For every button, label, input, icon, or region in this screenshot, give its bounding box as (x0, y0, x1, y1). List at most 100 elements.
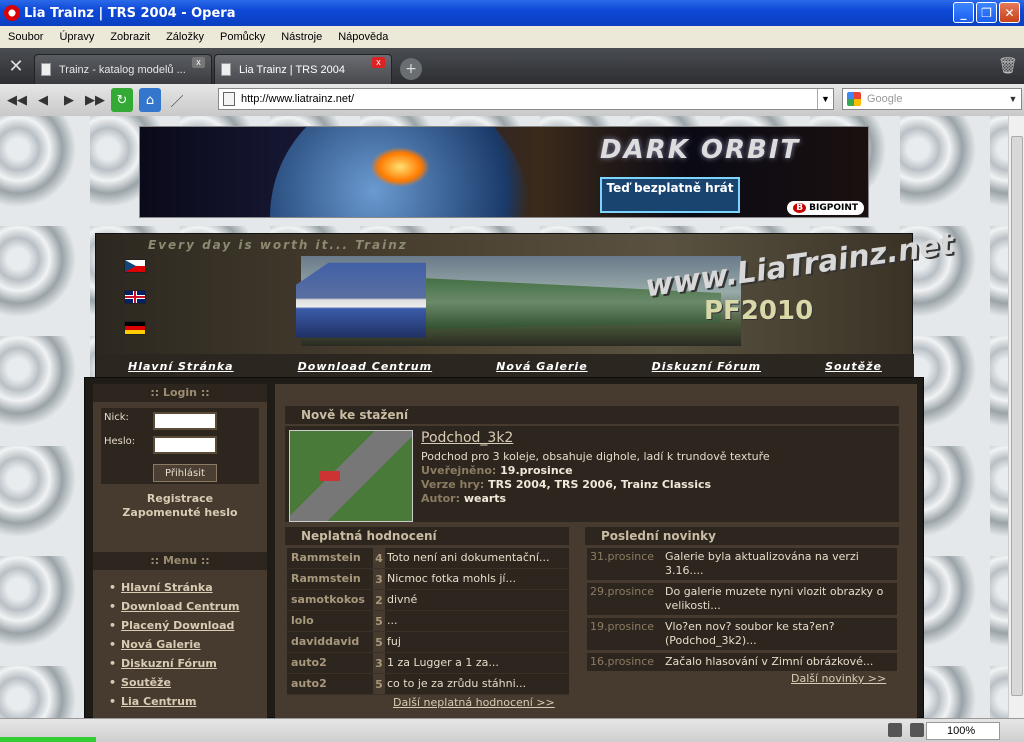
tab-trainz-katalog[interactable]: Trainz - katalog modelů ... x (34, 54, 212, 84)
tab-liatrainz[interactable]: Lia Trainz | TRS 2004 x (214, 54, 392, 84)
bigpoint-logo: BIGPOINT (787, 201, 864, 215)
back-button[interactable]: ◀ (30, 88, 56, 112)
list-item[interactable]: 29.prosince Do galerie muzete nyni vlozit… (587, 583, 897, 615)
menu-item-nova-galerie[interactable]: Nová Galerie (109, 635, 267, 654)
menu-item-hlavni-stranka[interactable]: Hlavní Stránka (109, 578, 267, 597)
tools-icon[interactable]: ✕ (0, 48, 32, 84)
page-icon (223, 92, 235, 106)
vertical-scrollbar[interactable] (1008, 116, 1024, 718)
chevron-down-icon[interactable]: ▼ (1005, 89, 1021, 109)
menu-item-download-centrum[interactable]: Download Centrum (109, 597, 267, 616)
table-row[interactable]: daviddavid 5 fuj (287, 632, 569, 653)
trash-icon[interactable]: 🗑 (998, 56, 1018, 75)
home-icon[interactable]: ⌂ (139, 88, 161, 112)
nav-download-centrum[interactable]: Download Centrum (298, 360, 432, 373)
nick-label: Nick: (104, 412, 129, 423)
menubar: Soubor Úpravy Zobrazit Záložky Pomůcky N… (0, 26, 1024, 48)
menu-item-placeny-download[interactable]: Placený Download (109, 616, 267, 635)
german-flag-icon[interactable] (124, 321, 146, 335)
menu-pomucky[interactable]: Pomůcky (212, 31, 273, 43)
left-sidebar: :: Login :: Nick: Heslo: Přihlásit Regis… (93, 384, 267, 719)
menu-zalozky[interactable]: Záložky (158, 31, 212, 43)
list-item[interactable]: 31.prosince Galerie byla aktualizována na… (587, 548, 897, 580)
address-field[interactable]: http://www.liatrainz.net/ ▼ (218, 88, 834, 110)
site-header: Every day is worth it... Trainz www.LiaT… (95, 227, 956, 378)
tab-bar: ✕ Trainz - katalog modelů ... x Lia Trai… (0, 48, 1024, 84)
login-form: Nick: Heslo: Přihlásit (101, 408, 259, 484)
nick-input[interactable] (153, 412, 217, 430)
play-free-button[interactable]: Teď bezplatně hrát (600, 177, 740, 213)
camera-icon[interactable] (910, 723, 924, 737)
chevron-down-icon[interactable]: ▼ (817, 89, 833, 109)
forgot-password-link[interactable]: Zapomenuté heslo (93, 506, 267, 520)
reload-icon[interactable]: ↻ (111, 88, 133, 112)
password-input[interactable] (153, 436, 217, 454)
minimize-button[interactable]: _ (953, 2, 974, 23)
tab-close-icon[interactable]: x (372, 57, 385, 68)
list-item[interactable]: 19.prosince Vlo?en nov? soubor ke sta?en?… (587, 618, 897, 650)
zoom-control[interactable]: 100% (926, 722, 1000, 740)
tab-label: Lia Trainz | TRS 2004 (239, 63, 345, 76)
table-row[interactable]: samotkokos 2 divné (287, 590, 569, 611)
czech-flag-icon[interactable] (124, 259, 146, 273)
progress-indicator (0, 737, 96, 742)
table-row[interactable]: Rammstein 4 Toto není ani dokumentační... (287, 548, 569, 569)
unite-icon[interactable] (888, 723, 902, 737)
table-row[interactable]: auto2 5 co to je za zrůdu stáhni... (287, 674, 569, 695)
menu-header: :: Menu :: (93, 552, 267, 570)
menu-soubor[interactable]: Soubor (0, 31, 51, 43)
window-titlebar: Lia Trainz | TRS 2004 - Opera _ ❐ ✕ (0, 0, 1024, 26)
explosion-image (370, 147, 430, 187)
menu-upravy[interactable]: Úpravy (51, 31, 102, 43)
fast-forward-icon[interactable]: ▶▶ (82, 88, 108, 112)
register-link[interactable]: Registrace (93, 492, 267, 506)
maximize-button[interactable]: ❐ (976, 2, 997, 23)
nav-souteze[interactable]: Soutěže (825, 360, 882, 373)
page-icon (221, 63, 231, 76)
nav-hlavni-stranka[interactable]: Hlavní Stránka (128, 360, 234, 373)
login-header: :: Login :: (93, 384, 267, 402)
more-news-link[interactable]: Další novinky >> (791, 672, 886, 685)
window-title: Lia Trainz | TRS 2004 - Opera (24, 5, 236, 21)
menu-zobrazit[interactable]: Zobrazit (102, 31, 158, 43)
list-item[interactable]: 16.prosince Začalo hlasování v Zimní obrá… (587, 653, 897, 671)
tab-close-icon[interactable]: x (192, 57, 205, 68)
advertisement-banner[interactable]: DARK ORBIT Teď bezplatně hrát BIGPOINT (139, 126, 869, 218)
scrollbar-thumb[interactable] (1011, 136, 1023, 696)
invalid-ratings-table: Rammstein 4 Toto není ani dokumentační... … (287, 548, 569, 695)
tab-label: Trainz - katalog modelů ... (59, 63, 186, 76)
main-column: Nově ke stažení Podchod_3k2 Podchod pro … (275, 384, 917, 719)
menu-item-souteze[interactable]: Soutěže (109, 673, 267, 692)
side-menu: Hlavní Stránka Download Centrum Placený … (93, 570, 267, 711)
download-versions: Verze hry: TRS 2004, TRS 2006, Trainz Cl… (421, 478, 712, 491)
download-thumbnail[interactable] (289, 430, 413, 522)
search-field[interactable]: Google ▼ (842, 88, 1022, 110)
table-row[interactable]: Rammstein 3 Nicmoc fotka mohls jí... (287, 569, 569, 590)
google-icon (847, 92, 861, 106)
new-tab-button[interactable]: + (400, 58, 422, 80)
close-button[interactable]: ✕ (999, 2, 1020, 23)
table-row[interactable]: lolo 5... (287, 611, 569, 632)
new-download-item: Podchod_3k2 Podchod pro 3 koleje, obsahu… (285, 426, 899, 522)
uk-flag-icon[interactable] (124, 290, 146, 304)
menu-item-diskuzni-forum[interactable]: Diskuzní Fórum (109, 654, 267, 673)
content-area: :: Login :: Nick: Heslo: Přihlásit Regis… (84, 377, 924, 719)
site-logo: www.LiaTrainz.net (643, 226, 956, 305)
nav-nova-galerie[interactable]: Nová Galerie (496, 360, 588, 373)
back-icon[interactable]: ◀◀ (4, 88, 30, 112)
menu-nastroje[interactable]: Nástroje (273, 31, 330, 43)
menu-item-lia-centrum[interactable]: Lia Centrum (109, 692, 267, 711)
opera-logo-icon (4, 5, 20, 21)
header-motto: Every day is worth it... Trainz (148, 238, 408, 252)
wand-icon[interactable]: ／ (164, 88, 190, 112)
menu-napoveda[interactable]: Nápověda (330, 31, 396, 43)
table-row[interactable]: auto2 3 1 za Lugger a 1 za... (287, 653, 569, 674)
url-text: http://www.liatrainz.net/ (241, 93, 355, 105)
forward-button[interactable]: ▶ (56, 88, 82, 112)
nav-diskuzni-forum[interactable]: Diskuzní Fórum (652, 360, 761, 373)
download-title-link[interactable]: Podchod_3k2 (421, 430, 513, 446)
page-icon (41, 63, 51, 76)
address-toolbar: ◀◀ ◀ ▶ ▶▶ ↻ ⌂ ／ http://www.liatrainz.net… (0, 84, 1024, 116)
more-invalid-ratings-link[interactable]: Další neplatná hodnocení >> (393, 696, 555, 709)
login-button[interactable]: Přihlásit (153, 464, 217, 482)
